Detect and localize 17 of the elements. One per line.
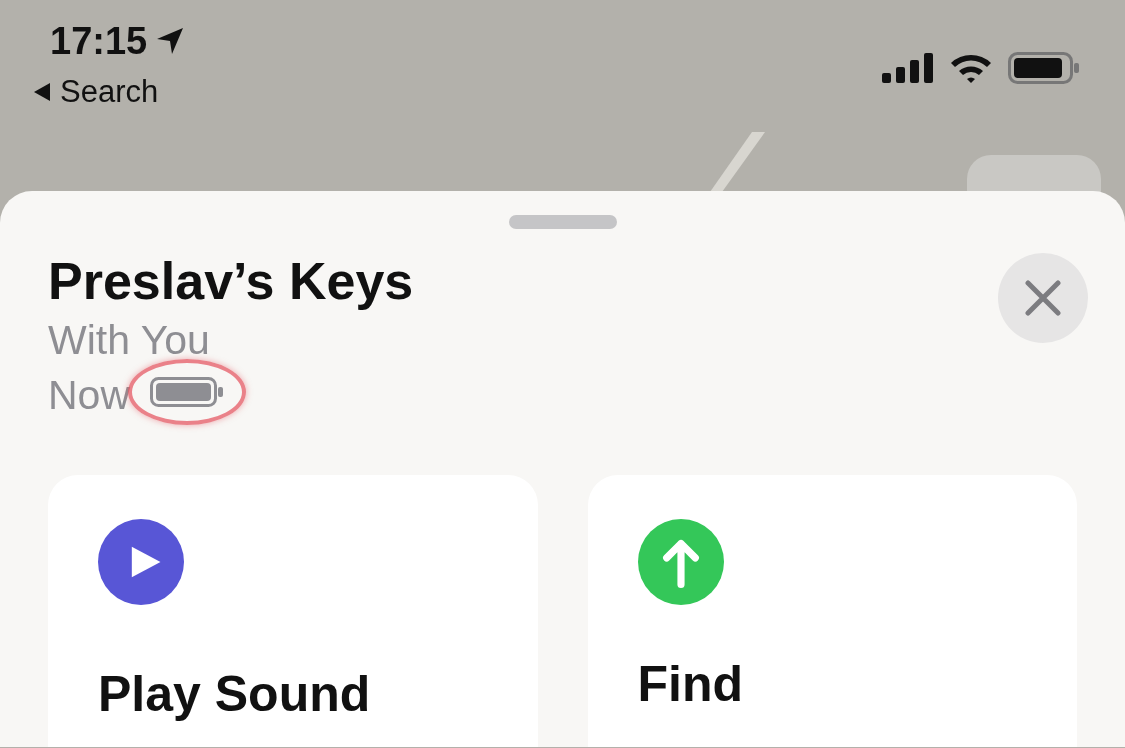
action-card[interactable]: Play Sound (48, 475, 538, 747)
close-icon (1025, 280, 1061, 316)
status-time: 17:15 (50, 22, 148, 60)
item-title: Preslav’s Keys (48, 253, 414, 311)
updated-time: Now (48, 372, 131, 418)
signal-icon (882, 53, 934, 83)
wifi-icon (950, 53, 992, 83)
action-card[interactable]: Find (587, 475, 1077, 747)
map-road (710, 132, 765, 192)
action-label: Play Sound (98, 667, 372, 723)
location-arrow-icon (155, 26, 186, 56)
battery-icon (150, 377, 225, 408)
back-link[interactable]: Search (32, 76, 186, 107)
item-status: With You (48, 318, 211, 364)
action-label: Find (637, 657, 745, 713)
back-triangle-icon (32, 81, 52, 102)
battery-icon (1008, 52, 1080, 84)
